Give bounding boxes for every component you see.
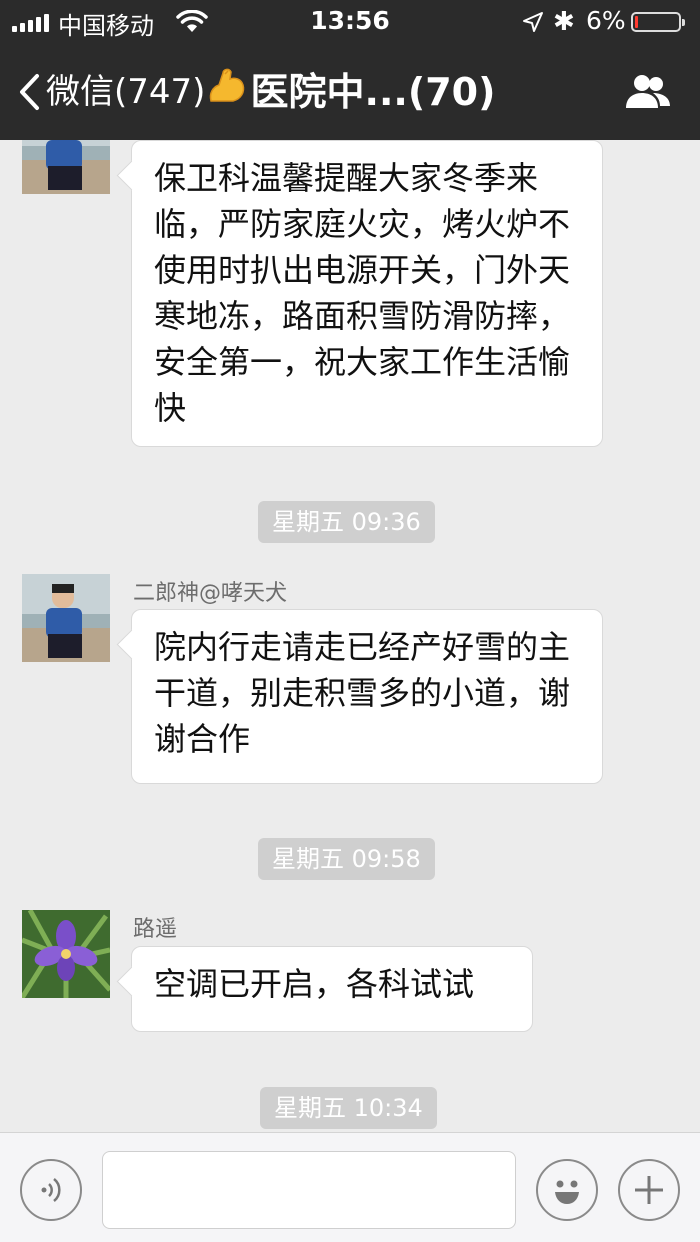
emoji-button[interactable]	[536, 1159, 598, 1221]
message-input[interactable]	[102, 1151, 516, 1229]
purple-flower-avatar	[22, 910, 110, 998]
avatar[interactable]	[22, 140, 110, 194]
chat-title-text: 医院中...(70)	[250, 70, 496, 114]
avatar[interactable]	[22, 910, 110, 998]
avatar[interactable]	[22, 574, 110, 662]
more-button[interactable]	[618, 1159, 680, 1221]
timestamp: 星期五 09:36	[258, 501, 435, 543]
battery-percent: 6%	[586, 6, 626, 35]
message-text: 院内行走请走已经产好雪的主干道，别走积雪多的小道，谢谢合作	[154, 628, 571, 758]
person-by-sea-avatar	[22, 140, 110, 194]
input-bar	[0, 1132, 700, 1242]
message-text: 保卫科温馨提醒大家冬季来临，严防家庭火灾，烤火炉不使用时扒出电源开关，门外天寒地…	[154, 159, 571, 427]
message-bubble[interactable]: 院内行走请走已经产好雪的主干道，别走积雪多的小道，谢谢合作	[131, 609, 603, 784]
flexed-biceps-icon	[205, 65, 249, 118]
nav-bar: 微信(747) 医院中...(70)	[0, 46, 700, 140]
person-by-sea-avatar	[22, 574, 110, 662]
timestamp: 星期五 10:34	[260, 1087, 437, 1129]
location-arrow-icon	[523, 12, 543, 32]
chat-messages[interactable]: 保卫科温馨提醒大家冬季来临，严防家庭火灾，烤火炉不使用时扒出电源开关，门外天寒地…	[0, 140, 700, 1132]
top-bar: 中国移动 13:56 ✱ 6% 微信(747) 医院中...(70)	[0, 0, 700, 140]
voice-button[interactable]	[20, 1159, 82, 1221]
plus-icon	[635, 1176, 663, 1204]
sender-name: 二郎神@哮天犬	[133, 581, 288, 606]
message-bubble[interactable]: 空调已开启，各科试试	[131, 946, 533, 1032]
bluetooth-icon: ✱	[553, 7, 575, 37]
sender-name: 路遥	[133, 917, 178, 942]
group-members-icon[interactable]	[622, 72, 674, 112]
message-bubble[interactable]: 保卫科温馨提醒大家冬季来临，严防家庭火灾，烤火炉不使用时扒出电源开关，门外天寒地…	[131, 140, 603, 447]
chat-title: 医院中...(70)	[0, 66, 700, 121]
status-bar: 中国移动 13:56 ✱ 6%	[0, 0, 700, 46]
battery-icon	[631, 12, 685, 32]
message-text: 空调已开启，各科试试	[154, 965, 475, 1003]
smiley-face-icon	[555, 1180, 579, 1204]
timestamp: 星期五 09:58	[258, 838, 435, 880]
voice-input-icon	[41, 1178, 61, 1202]
